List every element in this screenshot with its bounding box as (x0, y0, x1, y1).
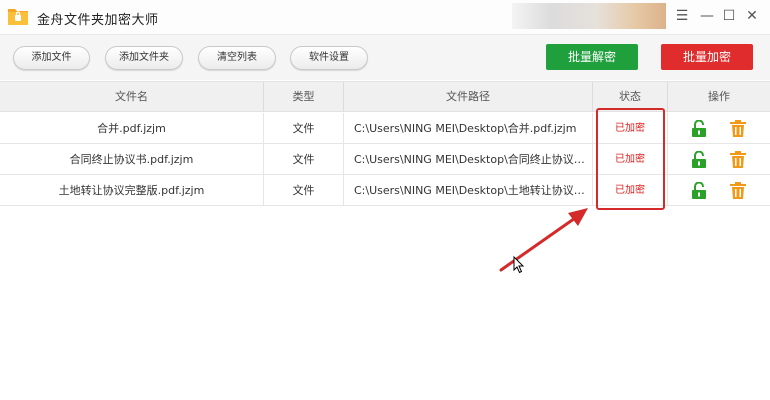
batch-decrypt-button[interactable]: 批量解密 (546, 44, 638, 70)
title-bar: 金舟文件夹加密大师 ☰ — ☐ ✕ (0, 0, 770, 34)
file-name: 合并.pdf.jzjm (0, 113, 264, 144)
unlock-icon[interactable] (691, 120, 707, 137)
clear-list-button[interactable]: 清空列表 (198, 46, 276, 70)
file-type: 文件 (264, 175, 344, 206)
unlock-icon[interactable] (691, 182, 707, 199)
folder-lock-icon (8, 9, 28, 25)
file-path: C:\Users\NING MEI\Desktop\土地转让协议完... (344, 175, 593, 206)
row-actions (668, 144, 770, 175)
column-header-ops: 操作 (708, 90, 730, 103)
file-path: C:\Users\NING MEI\Desktop\合同终止协议书.... (344, 144, 593, 175)
trash-icon[interactable] (730, 120, 746, 137)
file-name: 土地转让协议完整版.pdf.jzjm (0, 175, 264, 206)
minimize-button[interactable]: — (699, 8, 715, 24)
file-type: 文件 (264, 144, 344, 175)
menu-icon[interactable]: ☰ (674, 8, 690, 24)
app-title: 金舟文件夹加密大师 (37, 13, 159, 28)
column-header-type[interactable]: 类型 (264, 82, 344, 112)
file-name: 合同终止协议书.pdf.jzjm (0, 144, 264, 175)
add-folder-button[interactable]: 添加文件夹 (105, 46, 183, 70)
add-file-button[interactable]: 添加文件 (13, 46, 90, 70)
toolbar: 添加文件 添加文件夹 清空列表 软件设置 批量解密 批量加密 (0, 34, 770, 80)
batch-encrypt-button[interactable]: 批量加密 (661, 44, 753, 70)
trash-icon[interactable] (730, 182, 746, 199)
maximize-button[interactable]: ☐ (721, 8, 737, 24)
row-actions (668, 175, 770, 206)
trash-icon[interactable] (730, 151, 746, 168)
column-header-path[interactable]: 文件路径 (344, 82, 593, 112)
mouse-cursor-icon (513, 256, 525, 274)
file-type: 文件 (264, 113, 344, 144)
close-button[interactable]: ✕ (744, 8, 760, 24)
ad-banner[interactable] (512, 3, 666, 29)
row-actions (668, 113, 770, 144)
settings-button[interactable]: 软件设置 (290, 46, 368, 70)
column-header-name[interactable]: 文件名 (0, 82, 264, 112)
status-highlight-box (596, 108, 665, 210)
file-path: C:\Users\NING MEI\Desktop\合并.pdf.jzjm (344, 113, 593, 144)
unlock-icon[interactable] (691, 151, 707, 168)
